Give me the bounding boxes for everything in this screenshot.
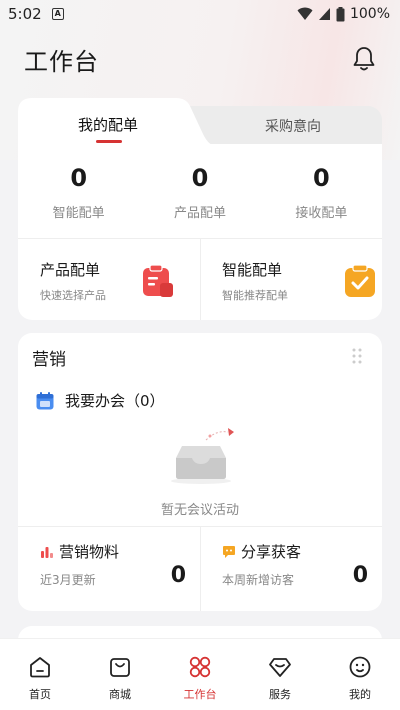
share-visitors[interactable]: 分享获客 本周新增访客 0 xyxy=(200,529,382,611)
page-header: 工作台 xyxy=(0,40,400,80)
stat-label: 接收配单 xyxy=(295,206,348,221)
nav-label: 商城 xyxy=(109,688,131,701)
drag-handle-icon[interactable] xyxy=(352,347,362,365)
bar-chart-icon xyxy=(41,546,53,558)
quick-title: 产品配单 xyxy=(40,261,101,279)
stat-product-order[interactable]: 0 产品配单 xyxy=(139,144,260,234)
quick-subtitle: 快速选择产品 xyxy=(40,289,106,302)
materials-title-row: 营销物料 xyxy=(40,541,119,562)
page-title: 工作台 xyxy=(24,48,99,76)
nav-mine[interactable]: 我的 xyxy=(320,639,400,710)
match-card: 我的配单 采购意向 0 智能配单 0 产品配单 0 接收配单 产品配单 快速选择… xyxy=(18,98,382,320)
smiley-icon xyxy=(349,656,371,678)
quick-product-order[interactable]: 产品配单 快速选择产品 xyxy=(18,239,200,320)
nav-label: 首页 xyxy=(29,688,51,701)
shopping-bag-icon xyxy=(110,658,130,677)
quick-smart-order[interactable]: 智能配单 智能推荐配单 xyxy=(200,239,382,320)
clipboard-red-icon xyxy=(143,264,173,297)
marketing-card: 营销 我要办会（0） 暂无会议活动 营销物料 近3月更新 0 分享获客 本周新增… xyxy=(18,333,382,611)
quick-subtitle: 智能推荐配单 xyxy=(222,289,288,302)
nav-label: 我的 xyxy=(349,688,371,701)
nav-label: 服务 xyxy=(269,688,291,701)
bottom-nav: 首页 商城 工作台 服务 我的 xyxy=(0,638,400,710)
stat-value: 0 xyxy=(191,164,209,192)
battery-icon xyxy=(336,6,345,21)
tab-purchase-intent[interactable]: 采购意向 xyxy=(265,116,321,136)
stat-label: 产品配单 xyxy=(173,206,226,221)
empty-meeting-text: 暂无会议活动 xyxy=(160,503,239,518)
empty-inbox-illustration xyxy=(171,428,234,484)
calendar-icon xyxy=(36,391,54,409)
signal-icon xyxy=(318,8,330,20)
nav-workbench[interactable]: 工作台 xyxy=(160,639,240,710)
tab-my-orders[interactable]: 我的配单 xyxy=(78,114,138,135)
stat-value: 0 xyxy=(312,164,330,192)
battery-percent: 100% xyxy=(349,6,390,22)
stat-label: 智能配单 xyxy=(52,206,105,221)
marketing-title: 营销 xyxy=(32,350,66,370)
diamond-icon xyxy=(269,658,291,677)
stats-row: 0 智能配单 0 产品配单 0 接收配单 xyxy=(18,144,382,234)
share-value: 0 xyxy=(352,563,368,588)
clipboard-check-orange-icon xyxy=(345,264,375,297)
match-card-body: 0 智能配单 0 产品配单 0 接收配单 产品配单 快速选择产品 智能配单 智能… xyxy=(18,144,382,320)
stat-received-order[interactable]: 0 接收配单 xyxy=(261,144,382,234)
nav-label: 工作台 xyxy=(183,688,217,701)
materials-title: 营销物料 xyxy=(59,543,120,561)
notification-a-icon: A xyxy=(51,8,64,20)
share-title: 分享获客 xyxy=(241,543,302,561)
tab-active-indicator xyxy=(96,140,122,143)
share-title-row: 分享获客 xyxy=(222,541,301,562)
stat-value: 0 xyxy=(70,164,88,192)
match-tabs: 我的配单 采购意向 xyxy=(18,98,382,145)
stat-smart-order[interactable]: 0 智能配单 xyxy=(18,144,139,234)
wifi-icon xyxy=(297,7,313,20)
meeting-row[interactable]: 我要办会（0） xyxy=(36,390,165,411)
workbench-icon xyxy=(189,656,211,678)
status-time: 5:02 xyxy=(8,5,42,23)
status-bar: 5:02 A 100% xyxy=(0,0,400,28)
share-subtitle: 本周新增访客 xyxy=(222,573,295,587)
chat-bubble-icon xyxy=(223,545,235,558)
quick-title: 智能配单 xyxy=(222,261,283,279)
home-icon xyxy=(30,657,50,678)
nav-home[interactable]: 首页 xyxy=(0,639,80,710)
materials-value: 0 xyxy=(170,563,186,588)
materials-subtitle: 近3月更新 xyxy=(40,573,96,587)
nav-service[interactable]: 服务 xyxy=(240,639,320,710)
bell-icon[interactable] xyxy=(352,46,376,72)
nav-mall[interactable]: 商城 xyxy=(80,639,160,710)
marketing-materials[interactable]: 营销物料 近3月更新 0 xyxy=(18,529,200,611)
meeting-label: 我要办会（0） xyxy=(65,392,165,410)
